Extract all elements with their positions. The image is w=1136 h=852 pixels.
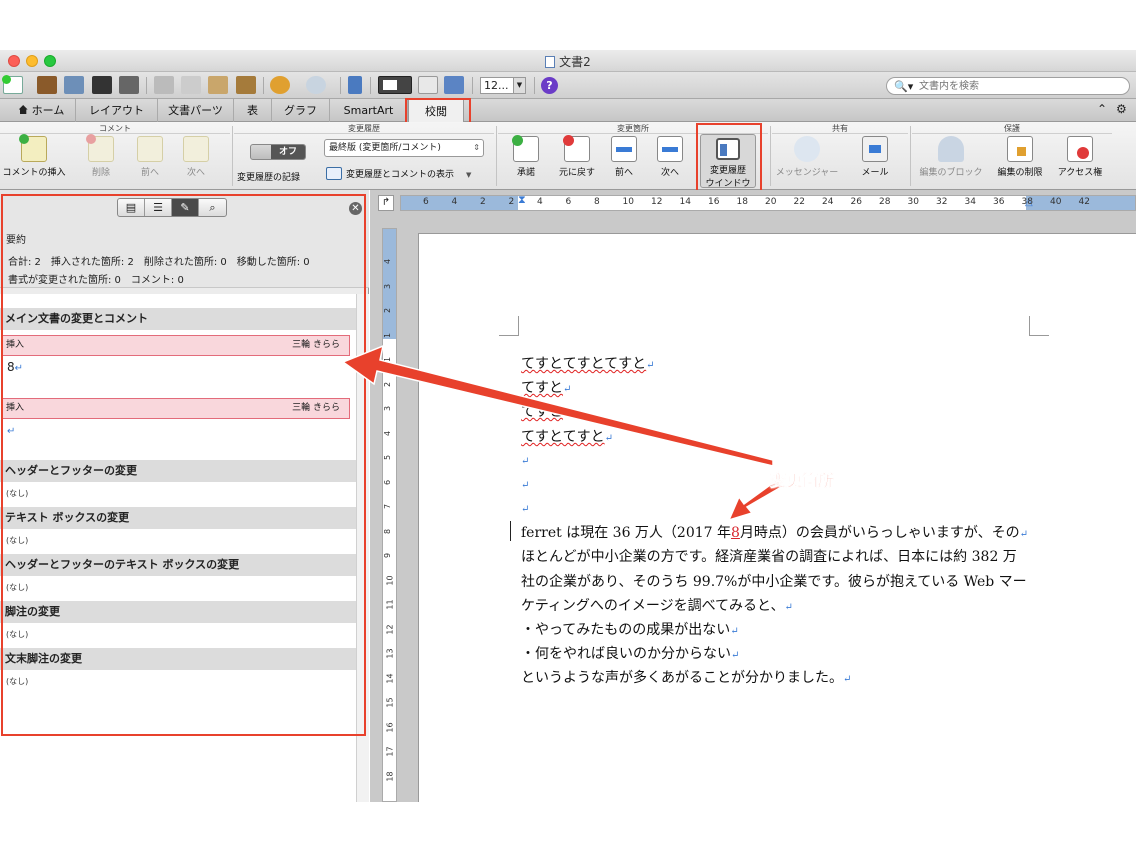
arrow-to-pane [341, 344, 774, 467]
annotation-label: 変更箇所 [770, 471, 835, 491]
annotation-arrows [341, 344, 785, 522]
